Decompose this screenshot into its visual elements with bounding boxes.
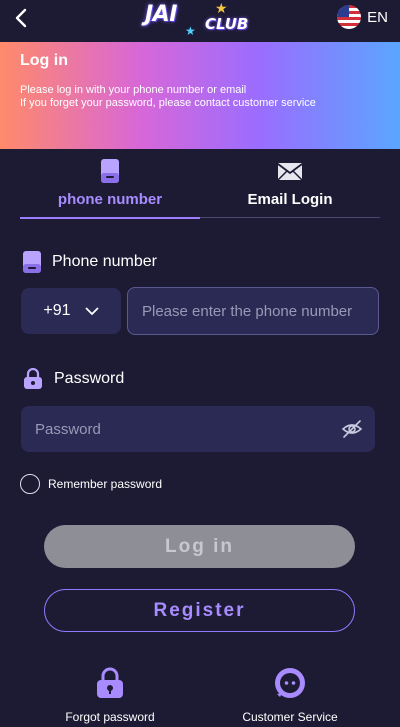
phone-icon xyxy=(101,159,119,183)
app-logo: JAI ★ ★ CLUB xyxy=(145,0,255,40)
customer-service-link[interactable]: Customer Service xyxy=(230,666,350,724)
password-label-text: Password xyxy=(54,370,125,387)
banner-line-2: If you forget your password, please cont… xyxy=(20,97,316,109)
forgot-password-link[interactable]: Forgot password xyxy=(50,666,170,724)
phone-field-label: Phone number xyxy=(22,250,157,274)
tab-phone-number[interactable]: phone number xyxy=(20,156,200,219)
phone-number-input[interactable] xyxy=(127,287,379,335)
remember-password-option[interactable]: Remember password xyxy=(20,474,162,494)
lock-icon xyxy=(97,667,123,698)
tab-email-login[interactable]: Email Login xyxy=(200,156,380,218)
country-code-dropdown[interactable]: +91 xyxy=(21,288,121,334)
password-field xyxy=(21,406,375,452)
tab-email-label: Email Login xyxy=(247,191,333,208)
customer-service-icon xyxy=(275,668,305,698)
password-input[interactable] xyxy=(21,406,331,452)
banner-subtitle: Please log in with your phone number or … xyxy=(20,84,380,110)
phone-icon xyxy=(23,251,41,273)
login-button[interactable]: Log in xyxy=(44,525,355,568)
login-method-tabs: phone number Email Login xyxy=(20,156,380,219)
password-field-label: Password xyxy=(22,368,124,390)
back-arrow-icon[interactable] xyxy=(10,6,34,30)
register-button[interactable]: Register xyxy=(44,589,355,632)
phone-label-text: Phone number xyxy=(52,253,157,270)
login-page: JAI ★ ★ CLUB EN Log in Please log in wit… xyxy=(0,0,400,727)
logo-word-1: JAI xyxy=(145,2,177,27)
login-banner: Log in Please log in with your phone num… xyxy=(0,42,400,149)
eye-off-icon[interactable] xyxy=(341,418,363,440)
language-label: EN xyxy=(367,8,388,26)
remember-label: Remember password xyxy=(48,477,163,491)
banner-line-1: Please log in with your phone number or … xyxy=(20,84,247,96)
logo-word-2: CLUB xyxy=(205,15,249,33)
country-code-value: +91 xyxy=(43,302,71,319)
customer-service-label: Customer Service xyxy=(242,710,338,724)
tab-phone-label: phone number xyxy=(57,191,163,208)
logo-star-small-icon: ★ xyxy=(185,24,196,38)
banner-title: Log in xyxy=(20,52,68,69)
forgot-password-label: Forgot password xyxy=(65,710,155,724)
mail-icon xyxy=(277,163,303,181)
lock-icon xyxy=(24,368,42,389)
remember-radio[interactable] xyxy=(20,474,40,494)
top-bar: JAI ★ ★ CLUB EN xyxy=(0,0,400,42)
chevron-down-icon xyxy=(85,307,98,315)
us-flag-icon xyxy=(337,5,362,29)
language-selector[interactable]: EN xyxy=(337,5,388,29)
